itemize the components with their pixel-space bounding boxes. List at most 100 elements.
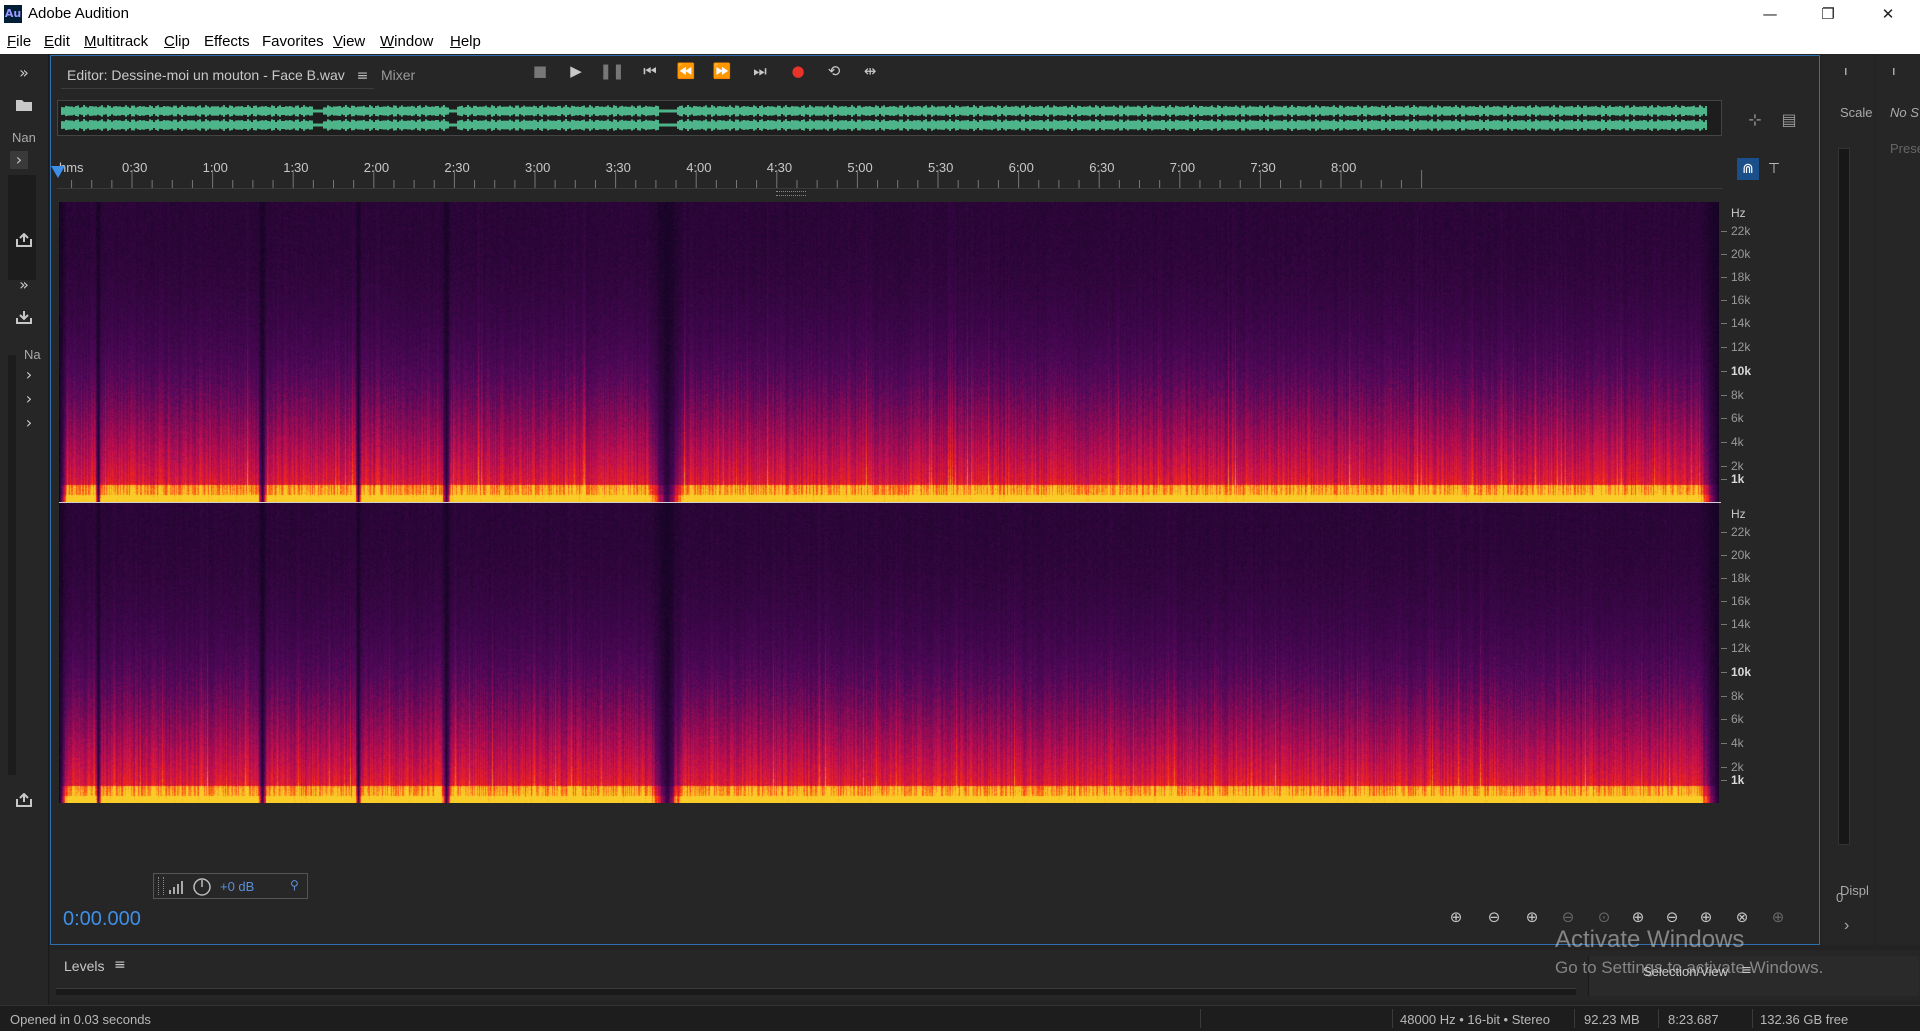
panel-pin-icon[interactable]: ı (1892, 63, 1896, 78)
hz-label: 20k (1731, 548, 1751, 562)
hz-tick (1721, 719, 1727, 720)
hz-tick (1721, 648, 1727, 649)
import-icon[interactable] (8, 307, 40, 331)
tab-editor[interactable]: Editor: Dessine-moi un mouton - Face B.w… (61, 62, 375, 89)
chevron-right-icon[interactable]: › (10, 151, 28, 169)
expand-panel-button-2[interactable]: » (8, 273, 40, 297)
hz-tick (1721, 780, 1727, 781)
fast-forward-button[interactable]: ⏩ (707, 56, 737, 86)
tab-mixer[interactable]: Mixer (381, 62, 415, 88)
hz-tick (1721, 466, 1727, 467)
display-label: Displ (1840, 883, 1869, 898)
menu-clip[interactable]: Clip (164, 33, 190, 50)
menu-window[interactable]: Window (380, 33, 433, 50)
zoom-selection-icon[interactable]: ⊹ (1743, 108, 1767, 132)
chevron-right-icon[interactable]: › (18, 389, 40, 409)
left-panel: » Nan › » Na › › › (0, 55, 49, 1005)
zoom-in-amplitude-icon[interactable]: ⊕ (1441, 902, 1471, 932)
resize-handle[interactable] (776, 191, 806, 196)
zoom-in-frequency-icon[interactable]: ⊕ (1763, 902, 1793, 932)
minimize-button[interactable]: — (1742, 0, 1798, 28)
panel-pin-icon[interactable]: ı (1844, 63, 1848, 78)
hz-label: 22k (1731, 525, 1751, 539)
menu-favorites[interactable]: Favorites (262, 33, 324, 50)
menu-view[interactable]: View (333, 33, 365, 50)
hz-label: 18k (1731, 571, 1751, 585)
free-space: 132.36 GB free (1760, 1012, 1849, 1027)
pause-button[interactable]: ❚❚ (597, 56, 627, 86)
hz-tick (1721, 442, 1727, 443)
chevron-right-icon[interactable]: › (1844, 917, 1849, 935)
hud-grip[interactable] (158, 877, 164, 895)
menu-multitrack[interactable]: Multitrack (84, 33, 148, 50)
record-button[interactable]: ● (783, 56, 813, 86)
menu-effects[interactable]: Effects (204, 33, 250, 50)
loop-playback-button[interactable]: ⟲ (819, 56, 849, 86)
playhead-marker[interactable] (51, 166, 65, 178)
panel-scrollbar[interactable] (8, 355, 16, 775)
title-bar: Au Adobe Audition — ❐ ✕ (0, 0, 1920, 28)
zoom-in-time-icon[interactable]: ⊕ (1517, 902, 1547, 932)
ruler-ticks (71, 170, 1423, 188)
gain-knob-icon[interactable] (192, 877, 212, 897)
status-separator (1392, 1009, 1393, 1028)
move-to-next-button[interactable]: ⏭ (745, 56, 775, 86)
file-size: 92.23 MB (1584, 1012, 1640, 1027)
hz-label: 8k (1731, 689, 1744, 703)
hz-label: 4k (1731, 435, 1744, 449)
tab-menu-icon[interactable]: ≡ (357, 63, 369, 89)
hz-label: 20k (1731, 247, 1751, 261)
pin-hud-icon[interactable]: ⚲ (290, 878, 304, 894)
hz-tick (1721, 624, 1727, 625)
levels-title[interactable]: Levels (64, 958, 104, 974)
menu-help[interactable]: Help (450, 33, 481, 50)
levels-menu-icon[interactable]: ≡ (114, 957, 126, 973)
overview-waveform-graphic (61, 105, 1707, 131)
hz-tick (1721, 479, 1727, 480)
hz-label: 6k (1731, 712, 1744, 726)
activate-windows-subtitle: Go to Settings to activate Windows. (1555, 958, 1824, 977)
status-separator (1574, 1009, 1575, 1028)
channel-divider (59, 502, 1721, 503)
move-to-previous-button[interactable]: ⏮ (635, 56, 665, 86)
folder-icon[interactable] (8, 95, 40, 119)
pin-icon[interactable]: ⊤ (1763, 158, 1785, 180)
play-button[interactable]: ▶ (561, 56, 591, 86)
app-icon: Au (4, 5, 22, 23)
hz-label: 6k (1731, 411, 1744, 425)
hz-tick (1721, 578, 1727, 579)
hz-label: 14k (1731, 316, 1751, 330)
skip-selection-button[interactable]: ⇹ (855, 56, 885, 86)
gain-value[interactable]: +0 dB (220, 879, 254, 894)
zoom-out-amplitude-icon[interactable]: ⊖ (1479, 902, 1509, 932)
maximize-button[interactable]: ❐ (1800, 0, 1856, 28)
status-separator (1200, 1009, 1201, 1028)
headphones-icon[interactable]: ⋒ (1737, 158, 1759, 180)
chevron-right-icon[interactable]: › (18, 413, 40, 433)
chevron-right-icon[interactable]: › (18, 365, 40, 385)
spectrogram-left-channel[interactable] (59, 202, 1719, 502)
hz-unit-label: Hz (1731, 206, 1746, 220)
time-ruler[interactable]: hms 0:30 1:00 1:30 2:00 2:30 3:00 3:30 4:00 4:30… (51, 156, 1722, 189)
current-time[interactable]: 0:00.000 (63, 908, 141, 931)
close-button[interactable]: ✕ (1860, 0, 1916, 28)
menu-edit[interactable]: Edit (44, 33, 70, 50)
hz-tick (1721, 277, 1727, 278)
overview-waveform[interactable] (57, 100, 1722, 136)
hz-label: 2k (1731, 459, 1744, 473)
hz-label: 16k (1731, 594, 1751, 608)
spectrogram-right-channel[interactable] (59, 503, 1719, 803)
expand-panel-button[interactable]: » (8, 61, 40, 85)
export-icon[interactable] (8, 790, 40, 814)
status-bar: Opened in 0.03 seconds 48000 Hz • 16-bit… (0, 1005, 1920, 1031)
rewind-button[interactable]: ⏪ (671, 56, 701, 86)
view-options-icon[interactable]: ▤ (1777, 108, 1801, 132)
stop-button[interactable]: ■ (525, 56, 555, 86)
activate-windows-title: Activate Windows (1555, 926, 1745, 953)
export-icon[interactable] (8, 230, 40, 254)
gain-hud[interactable]: +0 dB ⚲ (153, 873, 308, 899)
hz-label: 18k (1731, 270, 1751, 284)
menu-file[interactable]: File (7, 33, 31, 50)
hz-tick (1721, 347, 1727, 348)
status-separator (1658, 1009, 1659, 1028)
